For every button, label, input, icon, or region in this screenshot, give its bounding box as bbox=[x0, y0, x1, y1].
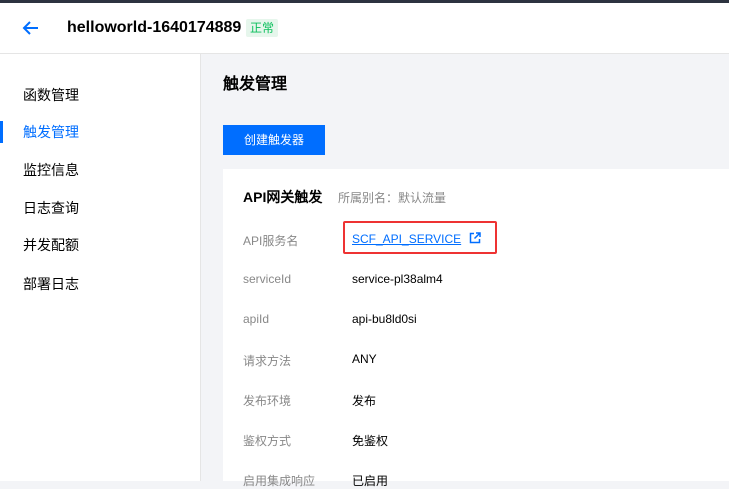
service-id-value: service-pl38alm4 bbox=[352, 272, 443, 286]
auth-method-value: 免鉴权 bbox=[352, 434, 389, 448]
back-arrow-icon[interactable] bbox=[21, 18, 41, 38]
card-title: API网关触发 bbox=[243, 189, 323, 205]
auth-method-label: 鉴权方式 bbox=[243, 434, 292, 448]
request-method-label: 请求方法 bbox=[243, 354, 292, 368]
status-badge: 正常 bbox=[246, 19, 279, 37]
service-id-label: serviceId bbox=[243, 272, 292, 286]
request-method-value: ANY bbox=[352, 352, 377, 366]
api-id-label: apiId bbox=[243, 312, 270, 326]
api-id-value: api-bu8ld0si bbox=[352, 312, 417, 326]
trigger-card: API网关触发 所属别名：默认流量 API服务名 SCF_API_SERVICE… bbox=[223, 169, 729, 488]
api-service-name-label: API服务名 bbox=[243, 234, 299, 248]
sidebar-item-trigger-management[interactable]: 触发管理 bbox=[0, 113, 200, 151]
release-env-label: 发布环境 bbox=[243, 394, 292, 408]
page-title: 触发管理 bbox=[223, 76, 288, 93]
highlight-box bbox=[343, 221, 497, 254]
top-bar: helloworld-1640174889 正常 bbox=[0, 0, 729, 54]
sidebar-item-log-query[interactable]: 日志查询 bbox=[0, 189, 200, 227]
sidebar-item-function-management[interactable]: 函数管理 bbox=[0, 76, 200, 114]
sidebar-item-deploy-log[interactable]: 部署日志 bbox=[0, 265, 200, 303]
sidebar-item-concurrency-quota[interactable]: 并发配额 bbox=[0, 226, 200, 264]
sidebar: 函数管理 触发管理 监控信息 日志查询 并发配额 部署日志 bbox=[0, 54, 201, 481]
function-title: helloworld-1640174889 bbox=[67, 19, 242, 36]
release-env-value: 发布 bbox=[352, 394, 377, 408]
alias-label: 所属别名：默认流量 bbox=[338, 191, 447, 205]
create-trigger-button[interactable]: 创建触发器 bbox=[223, 125, 325, 155]
sidebar-item-monitoring[interactable]: 监控信息 bbox=[0, 151, 200, 189]
